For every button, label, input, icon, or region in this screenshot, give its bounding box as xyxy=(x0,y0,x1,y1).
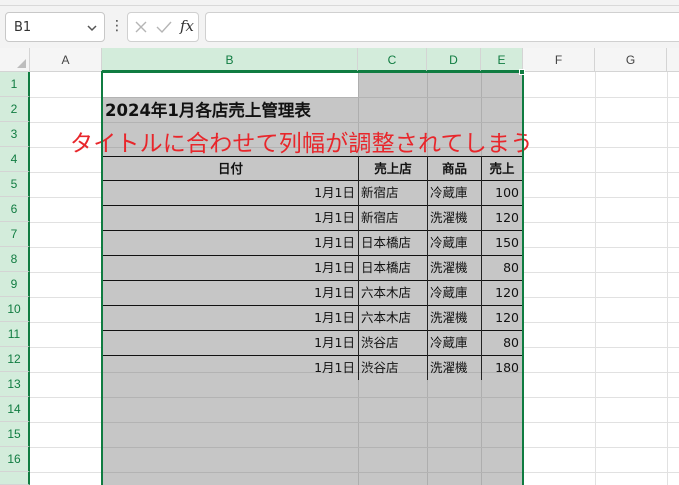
row-header-9[interactable]: 9 xyxy=(0,272,30,297)
gridline xyxy=(595,72,596,485)
selection-border xyxy=(101,71,524,485)
chevron-down-icon[interactable] xyxy=(86,22,98,34)
row-header-8[interactable]: 8 xyxy=(0,247,30,272)
cancel-icon[interactable] xyxy=(134,20,148,34)
column-header-d[interactable]: D xyxy=(427,48,481,72)
row-header-6[interactable]: 6 xyxy=(0,197,30,222)
row-header-16[interactable]: 16 xyxy=(0,447,30,472)
column-header-f[interactable]: F xyxy=(523,48,595,72)
row-header-3[interactable]: 3 xyxy=(0,122,30,147)
spreadsheet-grid[interactable]: A B C D E F G 1 2 3 4 5 6 7 8 9 10 11 12… xyxy=(0,48,679,485)
row-header-13[interactable]: 13 xyxy=(0,372,30,397)
column-header-h[interactable] xyxy=(667,48,679,72)
row-header-7[interactable]: 7 xyxy=(0,222,30,247)
column-header-c[interactable]: C xyxy=(358,48,427,72)
fill-handle[interactable] xyxy=(519,69,525,75)
row-header-17[interactable] xyxy=(0,472,30,485)
row-header-14[interactable]: 14 xyxy=(0,397,30,422)
row-header-15[interactable]: 15 xyxy=(0,422,30,447)
ribbon-edge xyxy=(0,0,679,6)
row-header-5[interactable]: 5 xyxy=(0,172,30,197)
row-header-4[interactable]: 4 xyxy=(0,147,30,172)
row-header-11[interactable]: 11 xyxy=(0,322,30,347)
select-all-button[interactable] xyxy=(0,48,30,72)
gridline xyxy=(667,72,668,485)
row-header-2[interactable]: 2 xyxy=(0,97,30,122)
name-box[interactable]: B1 xyxy=(5,12,105,42)
column-header-e[interactable]: E xyxy=(481,48,523,72)
column-header-a[interactable]: A xyxy=(30,48,102,72)
more-options-icon[interactable]: ⋮ xyxy=(110,18,124,36)
name-box-value: B1 xyxy=(14,20,32,35)
row-header-10[interactable]: 10 xyxy=(0,297,30,322)
check-icon[interactable] xyxy=(156,20,172,34)
column-header-b[interactable]: B xyxy=(102,48,358,72)
column-header-g[interactable]: G xyxy=(595,48,667,72)
row-header-1[interactable]: 1 xyxy=(0,72,30,97)
formula-bar: B1 ⋮ fx xyxy=(0,0,679,48)
formula-input[interactable] xyxy=(205,12,679,42)
row-header-12[interactable]: 12 xyxy=(0,347,30,372)
formula-buttons: fx xyxy=(127,12,199,42)
insert-function-button[interactable]: fx xyxy=(180,17,194,35)
